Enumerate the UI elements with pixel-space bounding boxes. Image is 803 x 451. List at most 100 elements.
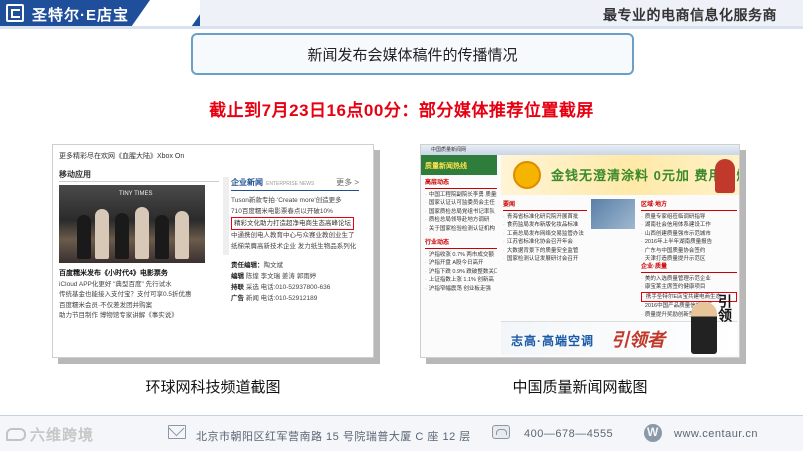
list-item[interactable]: 沪指下跌 0.9% 跌破整数关口 (425, 268, 497, 277)
brand-tagline: 最专业的电商信息化服务商 (603, 7, 777, 23)
phone-icon (492, 425, 510, 439)
s1-news-header: 企业新闻 ENTERPRISE NEWS 更多 > (231, 177, 359, 191)
slide-title: 新闻发布会媒体稿件的传播情况 (307, 46, 518, 64)
s2-banner-text: 金钱无澄清涂料 0元加 费用劲爆 (551, 168, 740, 183)
list-item[interactable]: 山西创建质量强市示范城市 (641, 230, 737, 239)
s2-ad-banner[interactable]: 金钱无澄清涂料 0元加 费用劲爆 (501, 155, 740, 195)
watermark-text: 六维跨境 (30, 427, 95, 444)
list-item[interactable]: Tuson新款专拍·'Create more'创造更多 (231, 195, 359, 206)
list-item[interactable]: 2016年上半年湖南质量报告 (641, 238, 737, 247)
s1-mobile-section-title: 移动应用 (59, 170, 91, 179)
slide-subtitle: 截止到7月23日16点00分：部分媒体推荐位置截屏 (209, 101, 594, 120)
screenshot2-caption: 中国质量新闻网截图 (512, 379, 648, 396)
list-item[interactable]: iCloud APP化更好 "典型百度" 先行试水 (59, 280, 209, 291)
list-item[interactable]: 沪指收涨 0.7% 两市成交额 (425, 251, 497, 260)
s1-left-list: 百度糯米发布《小时代4》电影票务 iCloud APP化更好 "典型百度" 先行… (59, 269, 209, 322)
s1-editor-label: 责任编辑： (231, 262, 264, 269)
s1-photo-figure (95, 209, 109, 259)
list-item[interactable]: 康宝莱主席签约健康项目 (641, 283, 737, 292)
s2-aircon-ad[interactable]: 志高·高端空调 引领者 引领 (501, 294, 737, 355)
watermark: 六维跨境 (6, 424, 94, 445)
list-item[interactable]: 湖南社会信用体系建设工作 (641, 221, 737, 230)
header-bar: 圣特尔·E店宝 最专业的电商信息化服务商 (0, 0, 803, 26)
s1-photo-figure (135, 207, 149, 259)
s2-coin-icon (513, 161, 541, 189)
s2-news-image[interactable] (591, 199, 635, 229)
s1-photo-figure (77, 215, 91, 259)
list-item[interactable]: 传统基金也能接入支付宝？支付可享0.5折优惠 (59, 290, 209, 301)
s1-ad-contact: 新闻 电话:010-52912189 (245, 295, 318, 302)
list-item[interactable]: 美的入选质量管理示范企业 (641, 275, 737, 284)
header-divider (131, 0, 210, 26)
huanqiu-screenshot: 更多精彩尽在欢网《血腥大陆》Xbox On 移动应用 TINY TIMES 百度… (52, 144, 374, 358)
s2-col-head: 要闻 (503, 201, 587, 211)
s1-photo-figure (155, 215, 169, 259)
s1-more-link[interactable]: 更多 > (336, 177, 359, 188)
list-item[interactable]: 上证指数上涨 1.1% 创新高 (425, 276, 497, 285)
s1-contact: 陈煌 李文瑞 姜涛 郭雨婷 (245, 273, 317, 280)
chat-bubble-icon (6, 428, 26, 441)
list-item[interactable]: 国家检测认证发展研讨会召开 (503, 255, 587, 264)
s1-editor-name: 陶文斌 (263, 262, 284, 269)
list-item[interactable]: 沪指窄幅震荡 创业板走强 (425, 285, 497, 294)
footer-website[interactable]: www.centaur.cn (674, 428, 758, 440)
list-item[interactable]: 国家质检总局党组书记率队 (425, 208, 497, 217)
list-item[interactable]: 青海省标准化研究院开展首批 (503, 213, 587, 222)
s1-news-title: 企业新闻 (231, 178, 263, 187)
s2-col-leaders: 高层动态 中国工程院副院长李勇 质量提升 国家认证认可监委员会主任 国家质检总局… (425, 179, 497, 233)
list-item[interactable]: 广东与中国质量协会签约 (641, 247, 737, 256)
s2-col-head: 行业动态 (425, 239, 497, 249)
s1-ad-label: 广告 (231, 295, 244, 302)
s2-browser-tab[interactable]: 中国质量新闻网 (431, 146, 466, 153)
s2-left-banner: 质量新闻热线 (421, 155, 497, 175)
s1-photo-figure (115, 213, 129, 259)
list-item[interactable]: 百度糯米发布《小时代4》电影票务 (59, 269, 209, 280)
brand-name: 圣特尔·E店宝 (32, 7, 130, 24)
s1-news-list: Tuson新款专拍·'Create more'创造更多 710百度糯米电影票春点… (231, 195, 359, 252)
list-item[interactable]: 工商总局发布网络交易监管办法 (503, 230, 587, 239)
s2-ad-slogan: 引领者 (611, 330, 665, 350)
footer-address: 北京市朝阳区红军营南路 15 号院瑞普大厦 C 座 12 层 (196, 431, 471, 443)
s1-scroll-strip (223, 177, 229, 255)
s1-news-title-en: ENTERPRISE NEWS (266, 181, 315, 187)
s2-col-head: 高层动态 (425, 179, 497, 189)
screenshot1-caption: 环球网科技频道截图 (145, 379, 281, 396)
s1-enterprise-news: 企业新闻 ENTERPRISE NEWS 更多 > Tuson新款专拍·'Crea… (231, 177, 359, 304)
list-item[interactable]: 中国工程院副院长李勇 质量提升 (425, 191, 497, 200)
s1-editor-block: 责任编辑：陶文斌 编辑 陈煌 李文瑞 姜涛 郭雨婷 持联 采选 电话:010-5… (231, 260, 359, 304)
s2-col-headlines: 要闻 青海省标准化研究院开展首批 食药监局发布新版化妆品标准 工商总局发布网络交… (503, 201, 587, 264)
s1-photo-title: TINY TIMES (119, 191, 153, 197)
slide-title-box: 新闻发布会媒体稿件的传播情况 (191, 33, 634, 75)
list-item[interactable]: 710百度糯米电影票春点以开破10% (231, 206, 359, 217)
list-item[interactable]: 食药监局发布新版化妆品标准 (503, 221, 587, 230)
s1-divider (59, 181, 219, 182)
list-item[interactable]: 大数据背景下的质量安全监管 (503, 247, 587, 256)
list-item[interactable]: 百度糯米会员·不仅差发团并购案 (59, 301, 209, 312)
s2-browser-chrome: 中国质量新闻网 (421, 145, 739, 155)
list-item[interactable]: 质量专家组莅临调研指导 (641, 213, 737, 222)
list-item[interactable]: 国家认证认可监委员会主任 (425, 199, 497, 208)
s1-hotline: 采选 电话:010-52937800-636 (245, 284, 331, 291)
list-item[interactable]: 助力节目制作 博物馆专家讲解《事实说》 (59, 311, 209, 322)
s2-ad-text: 志高·高端空调 (511, 334, 594, 348)
s1-contact-label: 编辑 (231, 273, 244, 280)
brand-logo-icon (6, 4, 24, 22)
s2-left-banner-text: 质量新闻热线 (425, 163, 467, 170)
header-underline (0, 26, 803, 29)
highlighted-news-item[interactable]: 精彩文化助力打造超净电商生态高峰论坛 (231, 217, 354, 230)
wordpress-icon (644, 424, 662, 442)
s1-movie-photo: TINY TIMES (59, 185, 205, 263)
s1-top-line: 更多精彩尽在欢网《血腥大陆》Xbox On (59, 153, 185, 160)
list-item[interactable]: 纸梯荣膺高新技术企业 发力纸生物品系列化 (231, 241, 359, 252)
mail-icon (168, 425, 186, 439)
list-item[interactable]: 质检总局领导赴地方调研 (425, 216, 497, 225)
list-item[interactable]: 江苏省标准化协会召开年会 (503, 238, 587, 247)
s1-photo-figure (175, 211, 189, 259)
list-item[interactable]: 关于国家检验检测认证机构 (425, 225, 497, 234)
footer-bar: 六维跨境 北京市朝阳区红军营南路 15 号院瑞普大厦 C 座 12 层 400—… (0, 416, 803, 451)
s2-ad-person (691, 302, 717, 354)
s2-col-head: 区域·地方 (641, 201, 737, 211)
list-item[interactable]: 中通携创电人教育中心与众赛业教创业生了 (231, 230, 359, 241)
list-item[interactable]: 沪指开盘 A股今日高开 (425, 259, 497, 268)
s2-ad-side-text: 引领 (717, 294, 733, 322)
